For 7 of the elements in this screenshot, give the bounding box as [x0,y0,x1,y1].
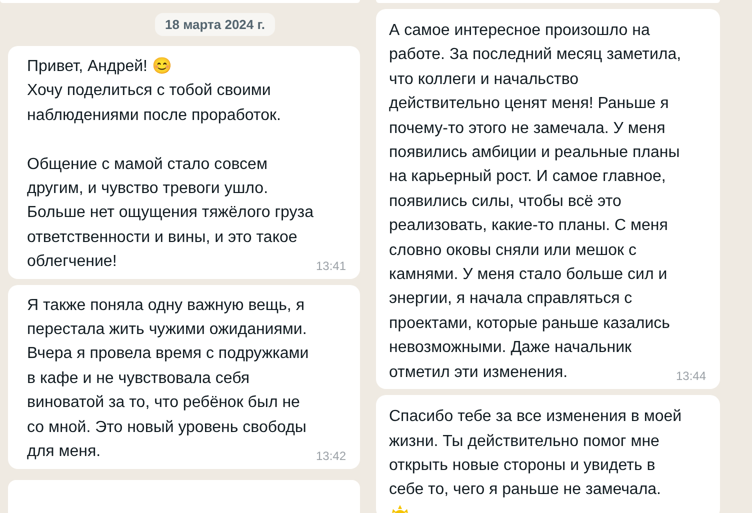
message-time: 13:41 [316,258,346,273]
message-text: Спасибо тебе за все изменения в моей жизни. Ты действительно помог мне открыть новые стороны и увидеть в себе то, чего я раньше не замечала. [389,407,682,500]
date-chip: 18 марта 2024 г. [155,13,275,36]
message-time: 13:42 [316,448,346,462]
message-text: Я также поняла одну важную вещь, я перестала жить чужими ожиданиями. Вчера я провела время с подружками в кафе и не чувствовала себя виноватой за то, что ребёнок был не со мной. Это новый уровень свободы для меня. [27,296,309,462]
message-text: Привет, Андрей! 😊 Хочу поделиться с тобой своими наблюдениями после проработок. Общение с мамой стало совсем другим, и чувство тревоги ушло. Больше нет ощущения тяжёлого груза ответственности и вины, и это такое облегчение! [27,56,314,272]
message-time: 13:44 [676,369,706,384]
